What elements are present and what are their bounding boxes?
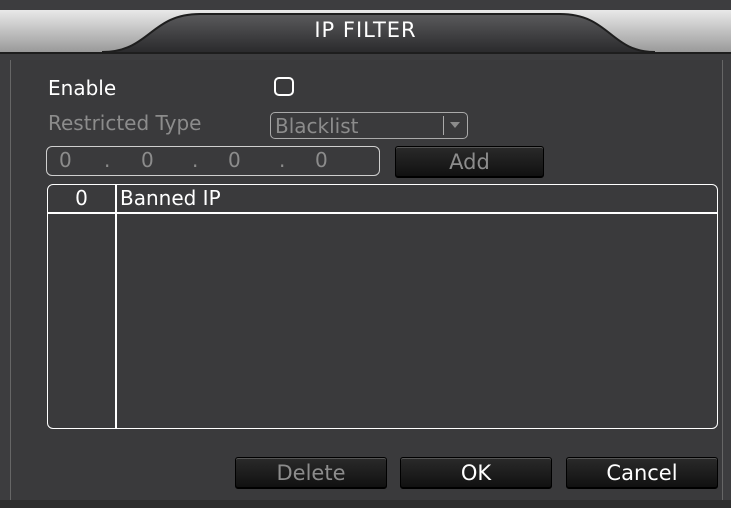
enable-label: Enable <box>48 76 117 100</box>
restricted-type-value: Blacklist <box>275 114 359 138</box>
ip-filter-dialog: IP FILTER Enable Restricted Type Blackli… <box>0 0 731 508</box>
ip-separator: . <box>279 148 286 172</box>
ip-separator: . <box>192 148 199 172</box>
window-bottom-edge <box>0 500 731 508</box>
ip-octet-1: 0 <box>59 148 72 172</box>
delete-button[interactable]: Delete <box>235 457 387 489</box>
ip-octet-2: 0 <box>141 148 154 172</box>
ip-address-input[interactable]: 0 . 0 . 0 . 0 <box>46 146 380 176</box>
column-header-index: 0 <box>75 186 88 210</box>
column-header-banned-ip: Banned IP <box>120 186 221 210</box>
ip-octet-3: 0 <box>228 148 241 172</box>
restricted-type-select[interactable]: Blacklist <box>270 112 468 139</box>
ip-separator: . <box>104 148 111 172</box>
ip-octet-4: 0 <box>315 148 328 172</box>
add-button[interactable]: Add <box>395 146 544 178</box>
enable-checkbox[interactable] <box>274 77 294 96</box>
ok-button[interactable]: OK <box>400 457 552 489</box>
title-bar: IP FILTER <box>0 0 731 60</box>
column-divider <box>115 185 117 428</box>
dialog-body: Enable Restricted Type Blacklist 0 . 0 .… <box>10 60 723 500</box>
restricted-type-label: Restricted Type <box>48 111 202 135</box>
dialog-title: IP FILTER <box>314 18 417 42</box>
chevron-down-icon[interactable] <box>443 116 465 135</box>
banned-ip-list[interactable]: 0 Banned IP <box>47 184 718 429</box>
cancel-button[interactable]: Cancel <box>566 457 718 489</box>
header-divider <box>48 212 717 214</box>
